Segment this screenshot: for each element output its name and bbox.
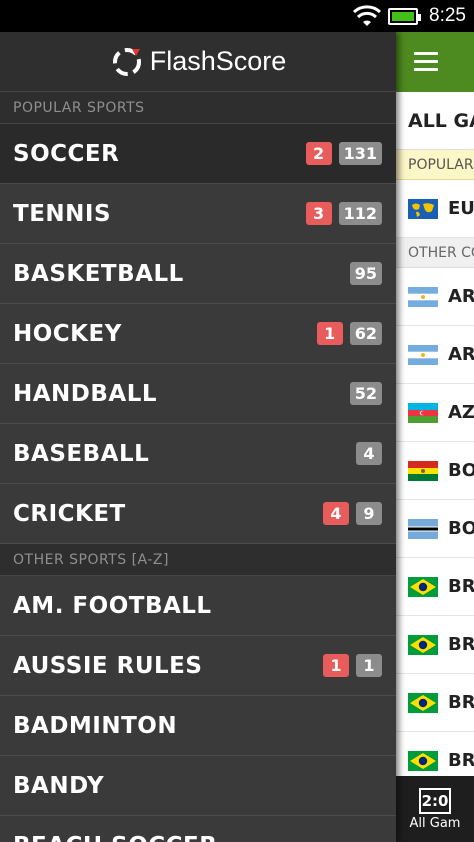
country-list: AR AR AZ BO BO BR BR BR BR [396,268,474,790]
popular-sports-list: SOCCER 2 131 TENNIS 3 112 BASKETBALL 95 HOCKEY 1 6… [0,124,396,544]
sport-label: CRICKET [13,500,126,527]
other-sports-list: AM. FOOTBALL AUSSIE RULES 1 1 BADMINTON BANDY… [0,576,396,842]
popular-heading: POPULAR [396,150,474,180]
menu-icon[interactable] [414,52,438,72]
country-label: BR [448,692,474,713]
match-count-badges: 4 [356,442,382,465]
flashscore-logo-icon [112,47,141,76]
live-count-badge: 2 [305,142,332,165]
total-count-badge: 112 [338,202,382,225]
country-label: BO [448,460,474,481]
total-count-badge: 131 [338,142,382,165]
sport-label: BADMINTON [13,712,178,739]
country-label: BR [448,576,474,597]
sport-label: AUSSIE RULES [13,652,203,679]
sport-label: BEACH SOCCER [13,833,217,842]
popular-competitions: EU [396,180,474,238]
country-label: BR [448,634,474,655]
sport-row-cricket[interactable]: CRICKET 4 9 [0,484,396,544]
total-count-badge: 62 [349,322,382,345]
all-games-tab[interactable]: ALL GA [396,92,474,150]
total-count-badge: 9 [356,502,382,525]
sports-drawer: FlashScore POPULAR SPORTS SOCCER 2 131 TENN… [0,32,396,842]
sport-row-bandy[interactable]: BANDY [0,756,396,816]
sport-label: HANDBALL [13,380,158,407]
live-count-badge: 1 [316,322,343,345]
sport-row-basketball[interactable]: BASKETBALL 95 [0,244,396,304]
competition-row[interactable]: EU [396,180,474,238]
popular-sports-heading: POPULAR SPORTS [0,92,396,124]
competition-row[interactable]: AZ [396,384,474,442]
brazil-flag-icon [408,634,438,655]
sport-label: BASEBALL [13,440,150,467]
match-count-badges: 11 [323,654,382,677]
sport-label: AM. FOOTBALL [13,592,212,619]
country-label: EU [448,198,474,219]
sport-row-badminton[interactable]: BADMINTON [0,696,396,756]
azerbaijan-flag-icon [408,402,438,423]
scoreboard-icon: 2:0 [419,788,451,814]
bottom-nav-all-games[interactable]: 2:0 All Gam [396,776,474,842]
other-sports-heading: OTHER SPORTS [A-Z] [0,544,396,576]
world-flag-icon [408,198,438,219]
country-label: BO [448,518,474,539]
sport-row-aussie-rules[interactable]: AUSSIE RULES 1 1 [0,636,396,696]
total-count-badge: 4 [356,442,382,465]
sport-row-handball[interactable]: HANDBALL 52 [0,364,396,424]
clock: 8:25 [429,5,466,26]
sport-row-hockey[interactable]: HOCKEY 1 62 [0,304,396,364]
main-content: ALL GA POPULAR EU OTHER CO AR AR AZ BO BO BR B… [396,32,474,842]
sport-row-beach-soccer[interactable]: BEACH SOCCER [0,816,396,842]
brazil-flag-icon [408,576,438,597]
competition-row[interactable]: BO [396,442,474,500]
other-competitions-heading: OTHER CO [396,238,474,268]
total-count-badge: 1 [356,654,382,677]
country-label: BR [448,750,474,771]
match-count-badges: 3 112 [305,202,382,225]
country-label: AR [448,344,474,365]
sport-label: SOCCER [13,140,120,167]
match-count-badges: 95 [349,262,382,285]
live-count-badge: 3 [305,202,332,225]
brazil-flag-icon [408,692,438,713]
competition-row[interactable]: BO [396,500,474,558]
sport-label: BANDY [13,772,105,799]
battery-icon [388,8,421,25]
competition-row[interactable]: AR [396,268,474,326]
argentina-flag-icon [408,286,438,307]
country-label: AZ [448,402,474,423]
live-count-badge: 4 [323,502,349,525]
wifi-icon [352,5,382,26]
match-count-badges: 52 [349,382,382,405]
sport-label: BASKETBALL [13,260,184,287]
competition-row[interactable]: BR [396,674,474,732]
live-count-badge: 1 [323,654,349,677]
competition-row[interactable]: AR [396,326,474,384]
bottom-nav-label: All Gam [409,816,461,831]
sport-label: TENNIS [13,200,112,227]
sport-row-tennis[interactable]: TENNIS 3 112 [0,184,396,244]
app-name: FlashScore [149,46,287,76]
country-label: AR [448,286,474,307]
match-count-badges: 2 131 [305,142,382,165]
status-bar: 8:25 [0,0,474,32]
bolivia-flag-icon [408,460,438,481]
botswana-flag-icon [408,518,438,539]
sport-row-soccer[interactable]: SOCCER 2 131 [0,124,396,184]
match-count-badges: 1 62 [316,322,382,345]
argentina-flag-icon [408,344,438,365]
competition-row[interactable]: BR [396,558,474,616]
match-count-badges: 49 [323,502,382,525]
app-logo: FlashScore [0,32,396,92]
top-app-bar [396,32,474,92]
total-count-badge: 95 [349,262,382,285]
sport-row-am-football[interactable]: AM. FOOTBALL [0,576,396,636]
sport-row-baseball[interactable]: BASEBALL 4 [0,424,396,484]
competition-row[interactable]: BR [396,616,474,674]
total-count-badge: 52 [349,382,382,405]
brazil-flag-icon [408,750,438,771]
sport-label: HOCKEY [13,320,122,347]
